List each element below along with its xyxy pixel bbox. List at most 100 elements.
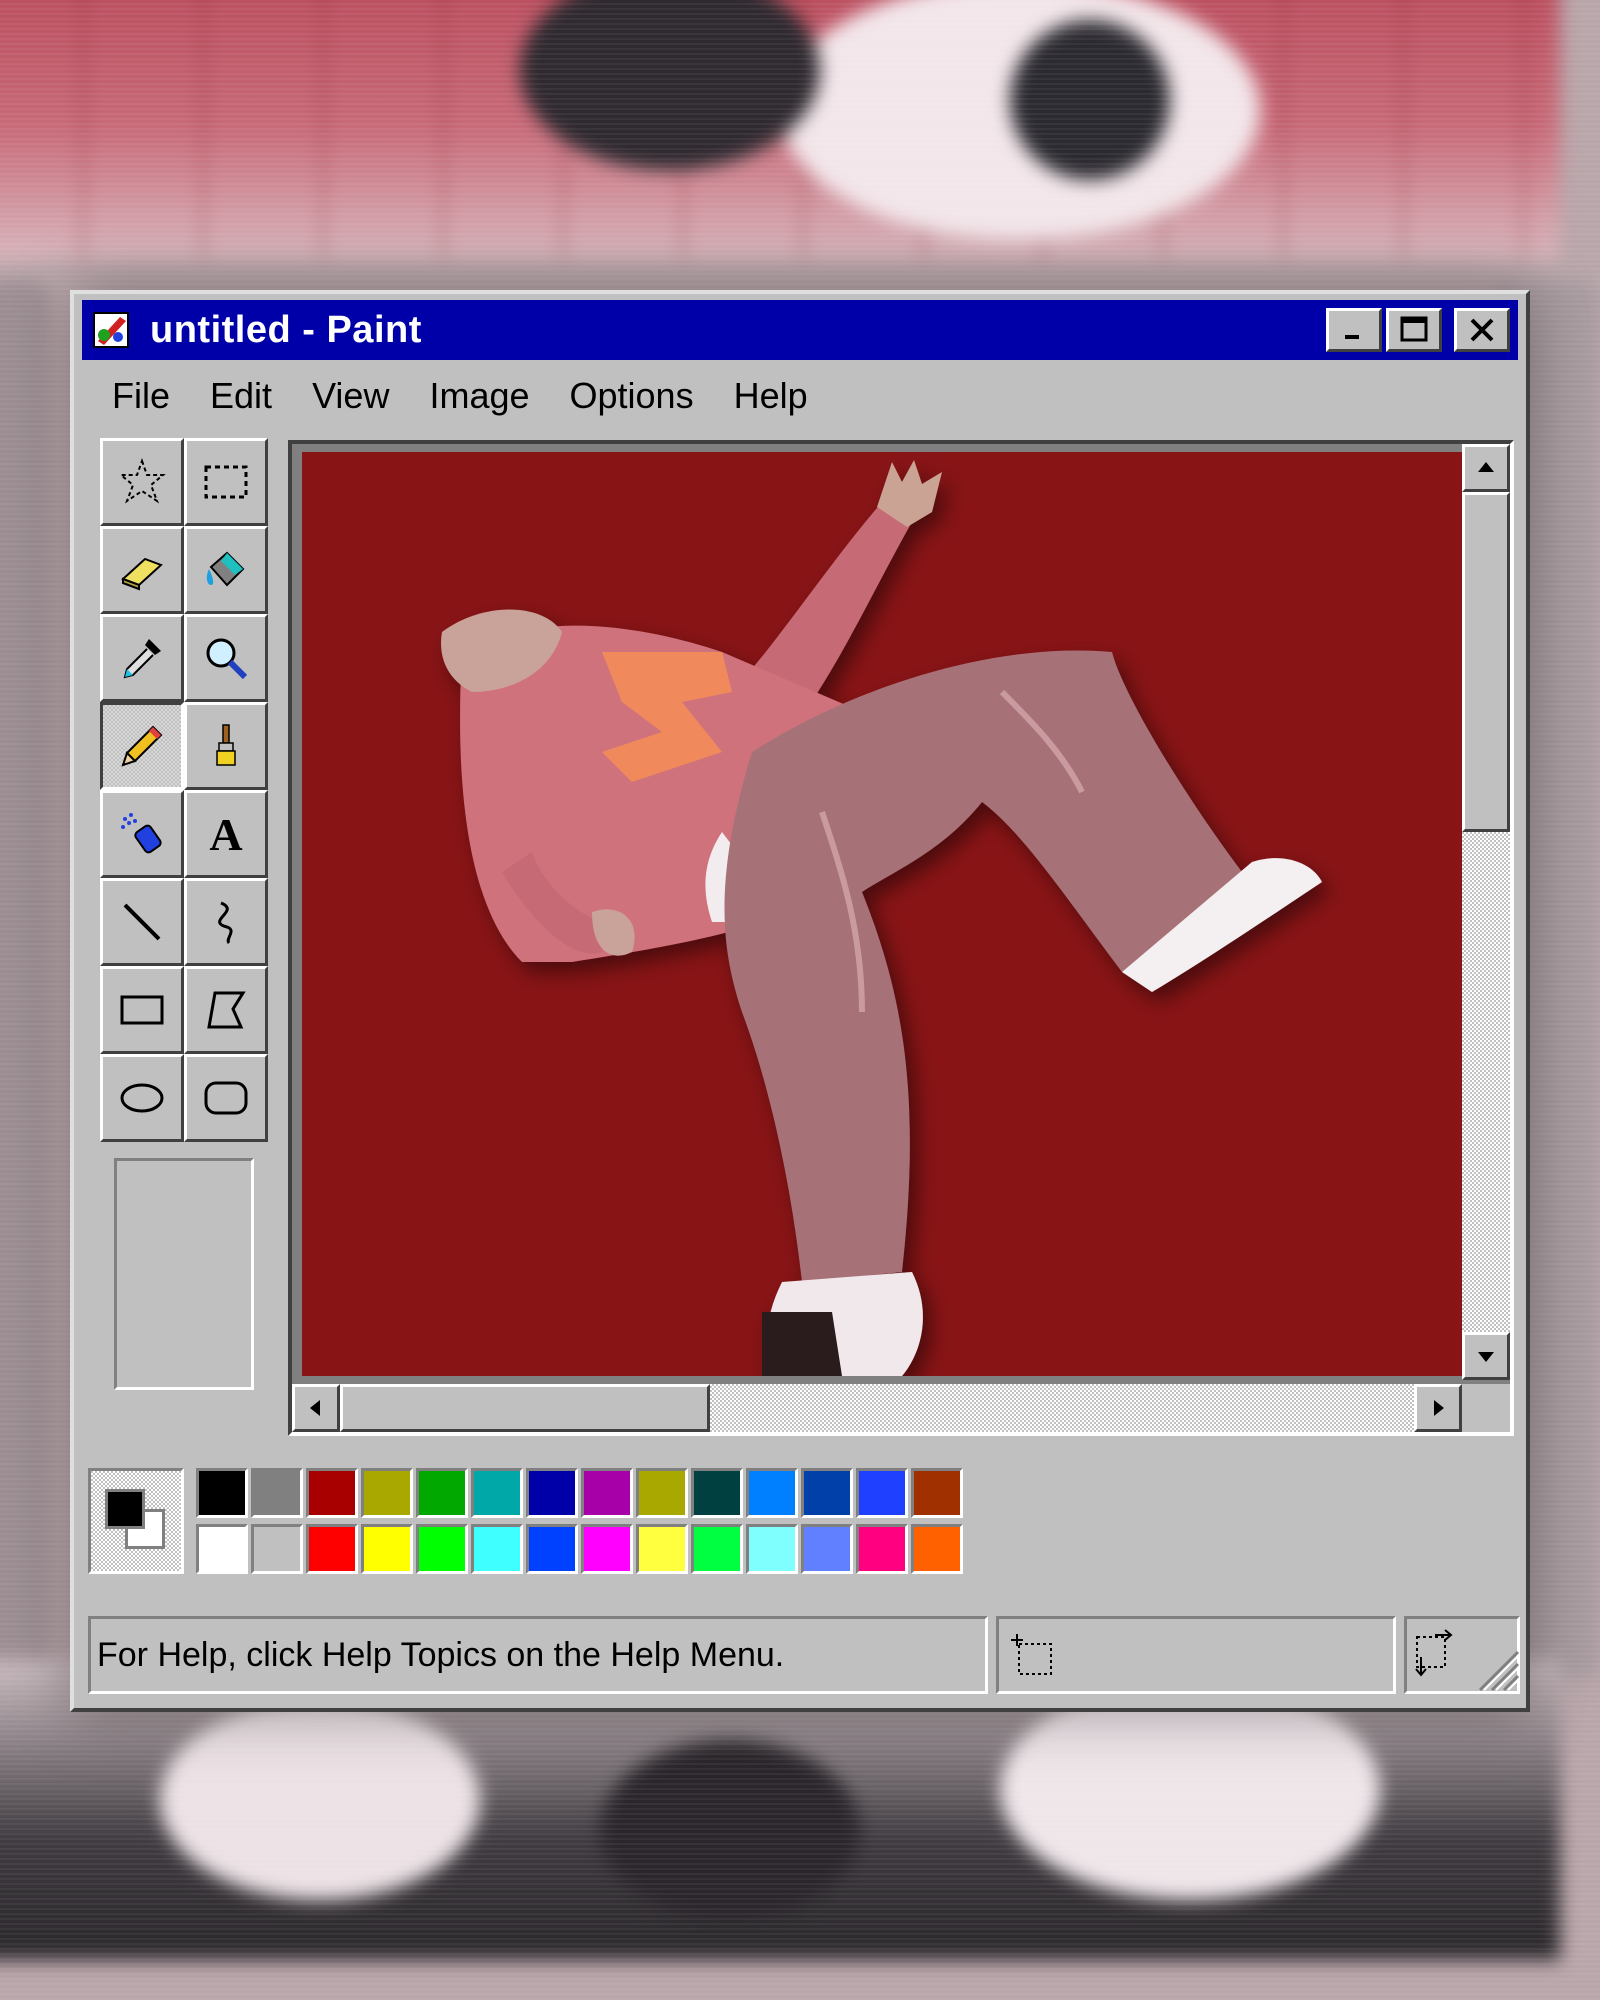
color-swatch[interactable]	[691, 1468, 743, 1518]
graffiti-blob	[160, 1700, 480, 1900]
color-swatch[interactable]	[911, 1468, 963, 1518]
magnifier-icon	[206, 638, 248, 680]
drawing-canvas[interactable]	[302, 452, 1462, 1376]
rounded-rectangle-icon	[204, 1081, 248, 1115]
color-swatch[interactable]	[911, 1524, 963, 1574]
close-button[interactable]	[1454, 308, 1510, 352]
color-swatch[interactable]	[581, 1468, 633, 1518]
canvas-area	[288, 440, 1514, 1436]
color-swatch[interactable]	[581, 1524, 633, 1574]
color-swatch[interactable]	[526, 1468, 578, 1518]
scroll-corner	[1462, 1384, 1510, 1432]
arrow-left-icon	[310, 1400, 320, 1416]
color-swatch[interactable]	[361, 1524, 413, 1574]
tool-magnifier[interactable]	[184, 614, 268, 702]
color-swatch[interactable]	[636, 1524, 688, 1574]
horizontal-scroll-thumb[interactable]	[340, 1384, 710, 1432]
status-help-text: For Help, click Help Topics on the Help …	[97, 1635, 785, 1674]
vertical-scrollbar[interactable]	[1462, 444, 1510, 1380]
color-swatch[interactable]	[306, 1468, 358, 1518]
color-swatch[interactable]	[691, 1524, 743, 1574]
close-icon	[1470, 318, 1494, 342]
tool-eraser[interactable]	[100, 526, 184, 614]
brush-icon	[216, 724, 236, 766]
arrow-down-icon	[1478, 1352, 1494, 1362]
tool-polygon[interactable]	[184, 966, 268, 1054]
color-swatch[interactable]	[526, 1524, 578, 1574]
palette-swatches	[196, 1468, 966, 1576]
tool-fill[interactable]	[184, 526, 268, 614]
tool-rectangle[interactable]	[100, 966, 184, 1054]
current-colors[interactable]	[88, 1468, 184, 1574]
scroll-right-button[interactable]	[1414, 1384, 1462, 1432]
title-bar[interactable]: untitled - Paint	[82, 300, 1518, 360]
tool-brush[interactable]	[184, 702, 268, 790]
scroll-up-button[interactable]	[1462, 444, 1510, 492]
color-swatch[interactable]	[746, 1468, 798, 1518]
color-swatch[interactable]	[416, 1468, 468, 1518]
color-swatch[interactable]	[471, 1468, 523, 1518]
graffiti-blob	[1000, 1680, 1380, 1900]
pencil-icon	[121, 725, 163, 767]
scroll-left-button[interactable]	[292, 1384, 340, 1432]
color-swatch[interactable]	[416, 1524, 468, 1574]
airbrush-icon	[121, 813, 162, 854]
color-swatch[interactable]	[471, 1524, 523, 1574]
tool-airbrush[interactable]	[100, 790, 184, 878]
color-swatch[interactable]	[251, 1524, 303, 1574]
menu-view[interactable]: View	[312, 375, 389, 417]
arrow-up-icon	[1478, 462, 1494, 472]
selection-size-icon	[1415, 1629, 1453, 1677]
tool-text[interactable]: A	[184, 790, 268, 878]
tool-line[interactable]	[100, 878, 184, 966]
color-swatch[interactable]	[196, 1468, 248, 1518]
color-swatch[interactable]	[801, 1524, 853, 1574]
menu-options[interactable]: Options	[570, 375, 694, 417]
free-form-select-icon	[118, 458, 166, 504]
cursor-position-icon	[1011, 1634, 1052, 1675]
scroll-down-button[interactable]	[1462, 1332, 1510, 1380]
text-icon: A	[209, 808, 243, 860]
color-swatch[interactable]	[196, 1524, 248, 1574]
status-help-cell: For Help, click Help Topics on the Help …	[88, 1616, 988, 1694]
maximize-icon	[1400, 316, 1428, 342]
menu-image[interactable]: Image	[429, 375, 529, 417]
menu-bar: File Edit View Image Options Help	[82, 364, 818, 428]
tool-ellipse[interactable]	[100, 1054, 184, 1142]
minimize-button[interactable]	[1326, 308, 1382, 352]
tool-curve[interactable]	[184, 878, 268, 966]
line-icon	[123, 903, 161, 941]
polygon-icon	[207, 991, 246, 1029]
horizontal-scrollbar[interactable]	[292, 1384, 1462, 1432]
color-swatch[interactable]	[856, 1524, 908, 1574]
status-cursor-cell	[996, 1616, 1396, 1694]
vertical-scroll-thumb[interactable]	[1462, 492, 1510, 832]
color-swatch[interactable]	[856, 1468, 908, 1518]
window-title: untitled - Paint	[150, 308, 422, 351]
status-bar: For Help, click Help Topics on the Help …	[88, 1616, 1520, 1694]
menu-edit[interactable]: Edit	[210, 375, 272, 417]
tool-color-picker[interactable]	[100, 614, 184, 702]
eraser-icon	[121, 557, 163, 591]
maximize-button[interactable]	[1386, 308, 1442, 352]
curve-icon	[218, 901, 233, 945]
graffiti-blob	[1010, 20, 1170, 180]
paint-window: untitled - Paint File Edit View Image Op…	[70, 290, 1530, 1712]
color-swatch[interactable]	[801, 1468, 853, 1518]
tool-free-form-select[interactable]	[100, 438, 184, 526]
color-swatch[interactable]	[251, 1468, 303, 1518]
color-swatch[interactable]	[306, 1524, 358, 1574]
rectangle-icon	[120, 995, 164, 1025]
menu-file[interactable]: File	[112, 375, 170, 417]
color-swatch[interactable]	[361, 1468, 413, 1518]
foreground-color-swatch	[105, 1489, 145, 1529]
tool-rounded-rectangle[interactable]	[184, 1054, 268, 1142]
tool-rectangle-select[interactable]	[184, 438, 268, 526]
color-swatch[interactable]	[746, 1524, 798, 1574]
menu-help[interactable]: Help	[734, 375, 808, 417]
tool-options-box[interactable]	[114, 1158, 254, 1390]
color-swatch[interactable]	[636, 1468, 688, 1518]
arrow-right-icon	[1434, 1400, 1444, 1416]
tool-pencil[interactable]	[100, 702, 184, 790]
resize-grip-icon[interactable]	[1470, 1642, 1520, 1692]
